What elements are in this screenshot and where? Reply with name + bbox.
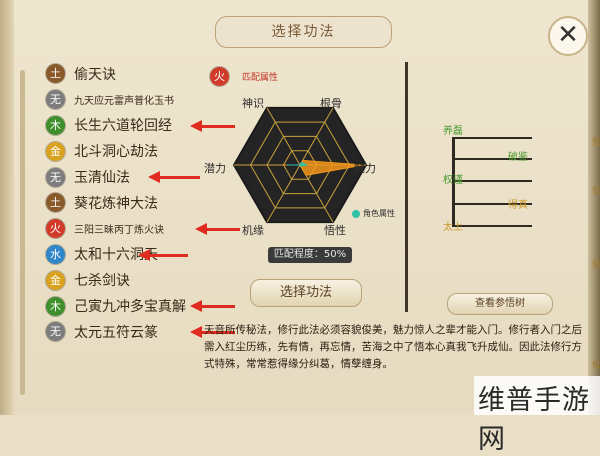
tree-branch xyxy=(452,137,532,139)
role-attribute-legend: 角色属性 xyxy=(352,208,395,219)
skill-name: 九天应元雷声普化玉书 xyxy=(74,96,174,108)
view-insight-tree-button[interactable]: 查看参悟树 xyxy=(447,293,553,315)
skill-name: 太元五符云篆 xyxy=(74,324,158,341)
match-degree-text: 匹配程度：50% xyxy=(268,247,352,263)
skill-name: 七杀剑诀 xyxy=(74,273,130,290)
watermark: 维普手游网 xyxy=(478,385,590,455)
skill-name: 北斗洞心劫法 xyxy=(74,144,158,161)
left-border xyxy=(0,0,14,415)
stat-label: 魅力 xyxy=(354,162,376,175)
tree-node-label[interactable]: 破鉴 xyxy=(508,148,528,163)
role-attribute-label: 角色属性 xyxy=(363,209,395,218)
red-arrow-annotation xyxy=(148,171,200,184)
skill-list-item[interactable]: 金七杀剑诀 xyxy=(46,267,256,293)
element-badge-icon: 土 xyxy=(46,193,65,213)
list-scrollbar[interactable] xyxy=(20,70,25,395)
right-border xyxy=(588,0,600,415)
stat-label: 根骨 xyxy=(320,97,342,110)
element-badge-icon: 木 xyxy=(46,115,65,135)
close-button[interactable]: ✕ xyxy=(548,16,588,56)
red-arrow-annotation xyxy=(190,300,235,313)
tree-branch xyxy=(452,225,532,227)
element-badge-icon: 水 xyxy=(46,244,65,264)
skill-name: 玉清仙法 xyxy=(74,170,130,187)
red-arrow-annotation xyxy=(138,248,188,261)
element-badge-icon: 无 xyxy=(46,167,65,187)
stat-label: 潜力 xyxy=(204,162,226,175)
skill-name: 偷天诀 xyxy=(74,66,116,83)
element-badge-icon: 火 xyxy=(46,219,65,239)
tree-node-label[interactable]: 得真 xyxy=(508,196,528,211)
stat-label: 悟性 xyxy=(324,224,346,237)
element-badge-icon: 土 xyxy=(46,64,65,84)
window-title: 选择功法 xyxy=(215,16,392,48)
stat-label: 神识 xyxy=(242,97,264,110)
role-legend-swatch xyxy=(352,209,360,218)
element-badge-icon: 无 xyxy=(46,322,65,342)
element-badge-icon: 木 xyxy=(46,296,65,316)
skill-description: 天音所传秘法，修行此法必须容貌俊美，魅力惊人之辈才能入门。修行者入门之后需入红尘… xyxy=(204,324,582,370)
tree-node-label[interactable]: 太上 xyxy=(443,218,463,233)
skill-name: 己寅九冲多宝真解 xyxy=(74,299,186,316)
element-badge-icon: 无 xyxy=(46,90,65,110)
skill-name: 葵花炼神大法 xyxy=(74,195,158,212)
element-badge-icon: 金 xyxy=(46,270,65,290)
tree-node-label[interactable]: 权谨 xyxy=(443,171,463,186)
right-edge-glyph: 仙 xyxy=(592,137,600,148)
element-badge-icon: 金 xyxy=(46,141,65,161)
skill-name: 三阳三昧丙丁炼火诀 xyxy=(74,225,164,237)
right-edge-glyph: 仙 xyxy=(592,186,600,197)
select-skill-button[interactable]: 选择功法 xyxy=(250,279,362,307)
skill-name: 长生六道轮回经 xyxy=(74,118,172,135)
right-edge-glyph: 仙 xyxy=(592,259,600,270)
tree-node-label[interactable]: 养磊 xyxy=(443,122,463,137)
tree-branch xyxy=(452,180,532,182)
panel-divider xyxy=(405,62,408,312)
stat-label: 机缘 xyxy=(242,224,264,237)
right-edge-glyph: 仙 xyxy=(592,360,600,371)
